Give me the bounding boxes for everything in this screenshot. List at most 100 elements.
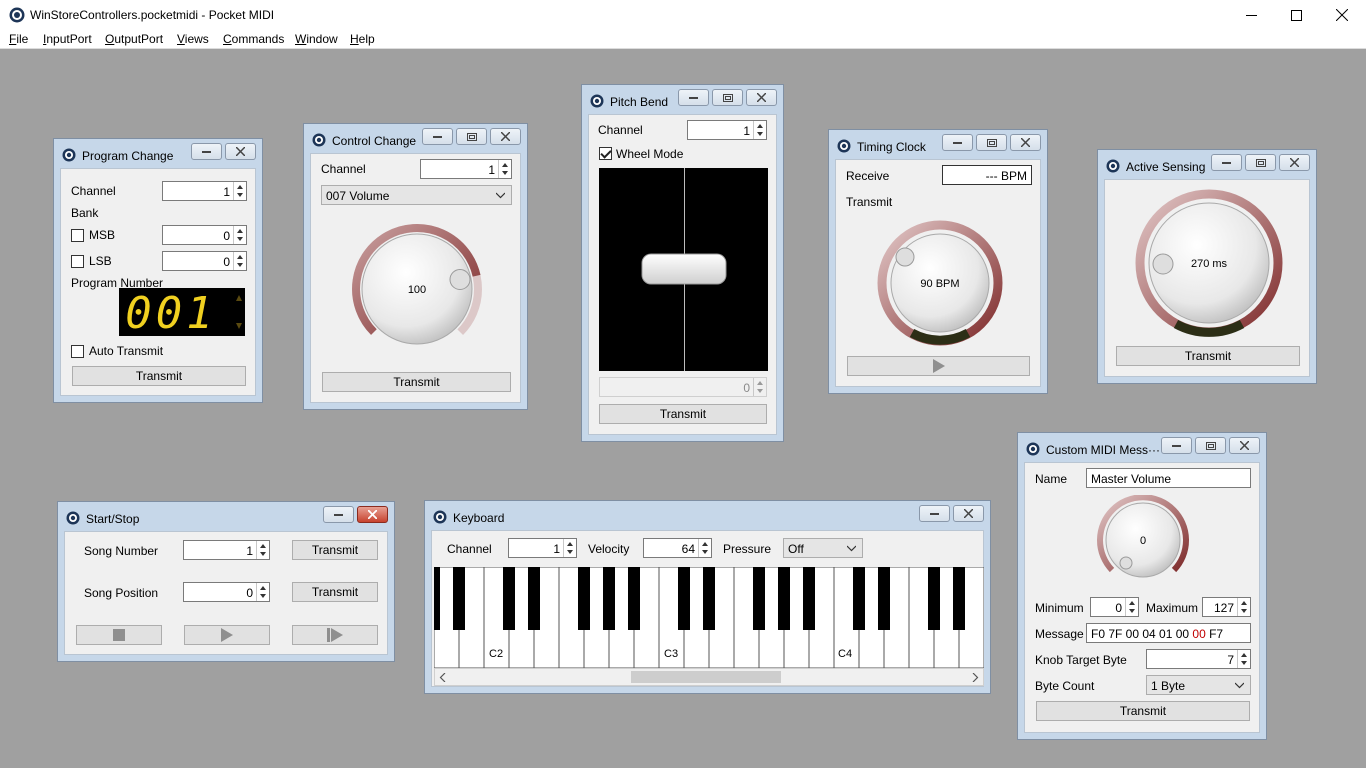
pitch-bend-value-stepper[interactable]: 0 (599, 377, 767, 397)
transmit-button[interactable]: Transmit (1116, 346, 1300, 366)
transmit-button[interactable]: Transmit (1036, 701, 1250, 721)
black-key[interactable] (853, 567, 865, 630)
chevron-left-icon[interactable] (439, 673, 447, 682)
song-position-stepper[interactable]: 0 (183, 582, 270, 602)
lsb-checkbox[interactable] (71, 255, 84, 268)
custom-midi-titlebar[interactable]: Custom MIDI Mess··· (1018, 433, 1266, 460)
black-key[interactable] (803, 567, 815, 630)
channel-stepper[interactable]: 1 (687, 120, 767, 140)
pressure-select[interactable]: Off (783, 538, 863, 558)
keyboard-titlebar[interactable]: Keyboard (425, 501, 990, 528)
start-stop-titlebar[interactable]: Start/Stop (58, 502, 394, 529)
minimize-button[interactable] (942, 134, 973, 151)
msb-checkbox[interactable] (71, 229, 84, 242)
black-key[interactable] (778, 567, 790, 630)
restore-button[interactable] (1195, 437, 1226, 454)
tempo-knob[interactable]: 90 BPM (876, 219, 1004, 347)
active-sensing-titlebar[interactable]: Active Sensing (1098, 150, 1316, 177)
channel-stepper[interactable]: 1 (508, 538, 577, 558)
lsb-stepper[interactable]: 0 (162, 251, 247, 271)
custom-knob[interactable]: 0 (1095, 495, 1191, 585)
maximum-stepper[interactable]: 127 (1202, 597, 1251, 617)
close-button[interactable] (1010, 134, 1041, 151)
minimum-stepper[interactable]: 0 (1090, 597, 1139, 617)
minimize-button[interactable] (919, 505, 950, 522)
chevron-right-icon[interactable] (971, 673, 979, 682)
minimize-button[interactable] (1161, 437, 1192, 454)
black-key[interactable] (503, 567, 515, 630)
black-key[interactable] (528, 567, 540, 630)
program-number-led-display[interactable]: 001 (119, 288, 245, 336)
close-button[interactable] (953, 505, 984, 522)
black-key[interactable] (603, 567, 615, 630)
pitch-bend-titlebar[interactable]: Pitch Bend (582, 85, 783, 112)
close-button[interactable] (225, 143, 256, 160)
continue-button[interactable] (292, 625, 378, 645)
play-button[interactable] (847, 356, 1030, 376)
wheel-mode-checkbox[interactable] (599, 147, 612, 160)
restore-button[interactable] (1245, 154, 1276, 171)
transmit-button[interactable]: Transmit (599, 404, 767, 424)
close-button[interactable] (1319, 0, 1365, 30)
black-key[interactable] (928, 567, 940, 630)
black-key[interactable] (878, 567, 890, 630)
velocity-stepper[interactable]: 64 (643, 538, 712, 558)
channel-stepper[interactable]: 1 (420, 159, 512, 179)
program-change-titlebar[interactable]: Program Change (54, 139, 262, 166)
menu-commands[interactable]: Commands (223, 32, 284, 46)
channel-stepper[interactable]: 1 (162, 181, 247, 201)
menu-help[interactable]: Help (350, 32, 375, 46)
black-key[interactable] (434, 567, 440, 630)
restore-button[interactable] (712, 89, 743, 106)
maximize-button[interactable] (1273, 0, 1319, 30)
auto-transmit-checkbox[interactable] (71, 345, 84, 358)
pitch-bend-pad[interactable] (599, 168, 768, 371)
minimize-button[interactable] (1211, 154, 1242, 171)
controller-select[interactable]: 007 Volume (321, 185, 512, 205)
minimize-button[interactable] (678, 89, 709, 106)
knob-target-byte-stepper[interactable]: 7 (1146, 649, 1251, 669)
name-input[interactable]: Master Volume (1086, 468, 1251, 488)
black-key[interactable] (703, 567, 715, 630)
black-key[interactable] (453, 567, 465, 630)
controller-knob[interactable]: 100 (342, 214, 492, 364)
restore-button[interactable] (456, 128, 487, 145)
close-button[interactable] (357, 506, 388, 523)
scrollbar-thumb[interactable] (631, 671, 781, 683)
message-input[interactable]: F0 7F 00 04 01 00 00 F7 (1086, 623, 1251, 643)
menu-window[interactable]: Window (295, 32, 338, 46)
restore-button[interactable] (976, 134, 1007, 151)
piano-keyboard[interactable]: C2 C3 C4 (434, 567, 984, 668)
menu-outputport[interactable]: OutputPort (105, 32, 163, 46)
control-change-titlebar[interactable]: Control Change (304, 124, 527, 151)
menu-file[interactable]: File (9, 32, 28, 46)
black-key[interactable] (753, 567, 765, 630)
close-button[interactable] (746, 89, 777, 106)
stop-button[interactable] (76, 625, 162, 645)
keyboard-scrollbar[interactable] (434, 668, 984, 686)
close-button[interactable] (1279, 154, 1310, 171)
minimize-button[interactable] (323, 506, 354, 523)
close-button[interactable] (1229, 437, 1260, 454)
minimize-button[interactable] (191, 143, 222, 160)
close-button[interactable] (490, 128, 521, 145)
byte-count-select[interactable]: 1 Byte (1146, 675, 1251, 695)
black-key[interactable] (628, 567, 640, 630)
start-button[interactable] (184, 625, 270, 645)
black-key[interactable] (678, 567, 690, 630)
transmit-button[interactable]: Transmit (322, 372, 511, 392)
song-number-stepper[interactable]: 1 (183, 540, 270, 560)
msb-stepper[interactable]: 0 (162, 225, 247, 245)
transmit-button[interactable]: Transmit (72, 366, 246, 386)
song-number-transmit-button[interactable]: Transmit (292, 540, 378, 560)
interval-knob[interactable]: 270 ms (1133, 187, 1285, 339)
black-key[interactable] (578, 567, 590, 630)
minimize-button[interactable] (422, 128, 453, 145)
timing-clock-titlebar[interactable]: Timing Clock (829, 130, 1047, 157)
black-key[interactable] (953, 567, 965, 630)
menu-inputport[interactable]: InputPort (43, 32, 92, 46)
song-position-transmit-button[interactable]: Transmit (292, 582, 378, 602)
menu-views[interactable]: Views (177, 32, 209, 46)
minimize-button[interactable] (1228, 0, 1274, 30)
name-label: Name (1035, 472, 1068, 486)
